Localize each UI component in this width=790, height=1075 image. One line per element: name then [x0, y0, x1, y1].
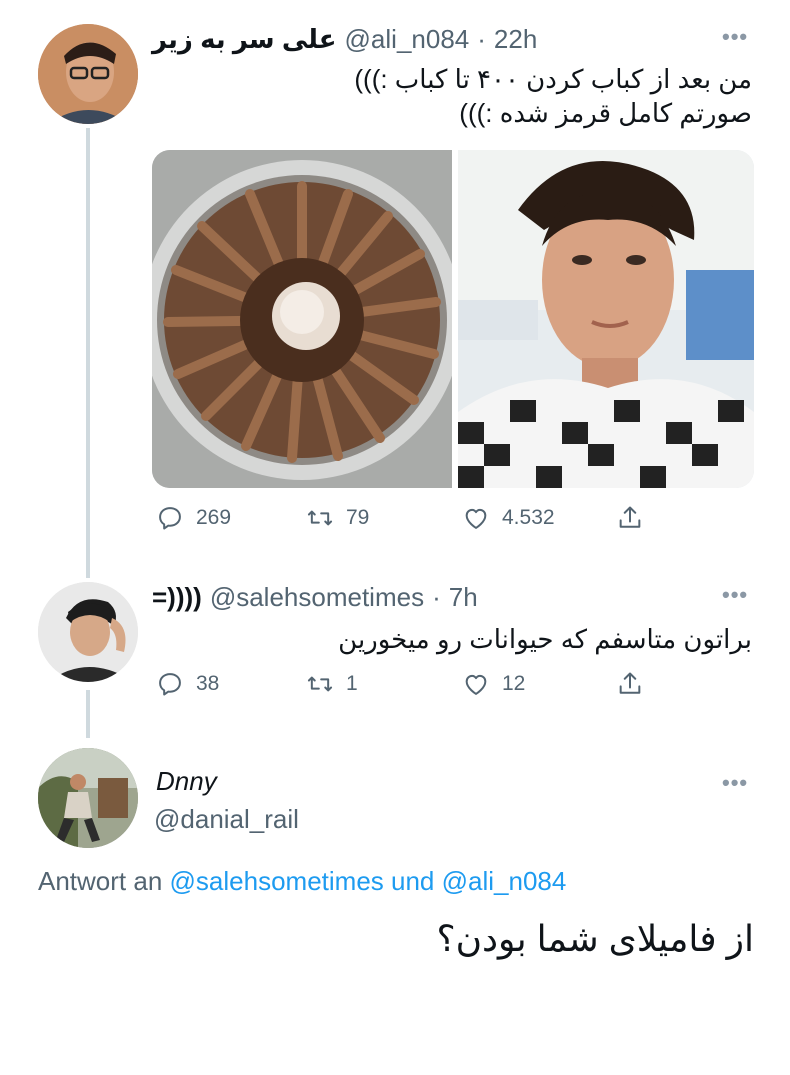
tweet-2-retweet-button[interactable]: 1 — [306, 670, 358, 698]
like-icon — [465, 508, 487, 529]
tweet-2-reply-count: 38 — [196, 672, 220, 695]
reply-icon — [159, 507, 181, 530]
tweet-1-reply-button[interactable]: 269 — [156, 504, 231, 532]
thread-line-1 — [86, 128, 90, 578]
share-icon — [619, 506, 641, 528]
avatar-danial[interactable] — [38, 748, 138, 848]
tweet-1-more-icon[interactable]: ••• — [722, 24, 748, 50]
tweet-2-display-name[interactable]: =)))) — [152, 582, 202, 613]
kebab-pot-image — [152, 150, 452, 488]
avatar-ali[interactable] — [38, 24, 138, 124]
focused-display-name[interactable]: Dnny — [156, 766, 217, 797]
tweet-1-image-kebab[interactable] — [152, 150, 452, 488]
focused-more-icon[interactable]: ••• — [722, 770, 748, 796]
avatar-danial-image — [38, 748, 138, 848]
tweet-1-handle[interactable]: @ali_n084 — [345, 24, 470, 55]
avatar-saleh[interactable] — [38, 582, 138, 682]
tweet-1-display-name[interactable]: علی سر به زیر — [152, 24, 337, 55]
reply-user-link-2[interactable]: @ali_n084 — [442, 866, 567, 896]
thread-line-2 — [86, 690, 90, 738]
tweet-1-share-button[interactable] — [616, 504, 644, 532]
tweet-2-more-icon[interactable]: ••• — [722, 582, 748, 608]
tweet-2-time[interactable]: 7h — [449, 582, 478, 613]
tweet-2-handle[interactable]: @salehsometimes — [210, 582, 424, 613]
tweet-2-reply-button[interactable]: 38 — [156, 670, 219, 698]
avatar-saleh-image — [38, 582, 138, 682]
like-icon — [465, 674, 487, 695]
reply-icon — [159, 673, 181, 696]
reply-prefix: Antwort an — [38, 866, 163, 896]
tweet-2-text-line-1: براتون متاسفم که حیوانات رو میخورین — [338, 624, 752, 654]
tweet-2-retweet-count: 1 — [346, 672, 358, 695]
tweet-2-share-button[interactable] — [616, 670, 644, 698]
tweet-1-reply-count: 269 — [196, 506, 232, 529]
tweet-1-text-line-1: من بعد از کباب کردن ۴۰۰ تا کباب :))) — [354, 64, 752, 94]
focused-handle[interactable]: @danial_rail — [154, 804, 299, 835]
retweet-icon — [307, 510, 333, 526]
reply-user-link-1[interactable]: @salehsometimes — [170, 866, 384, 896]
tweet-1-text-line-2: صورتم کامل قرمز شده :))) — [459, 98, 752, 128]
tweet-2-like-button[interactable]: 12 — [462, 670, 525, 698]
tweet-1-header: علی سر به زیر @ali_n084 · 22h — [152, 22, 712, 56]
tweet-2-header: =)))) @salehsometimes · 7h — [152, 580, 712, 614]
retweet-icon — [307, 676, 333, 692]
tweet-2-separator: · — [432, 581, 441, 612]
tweet-1-image-selfie[interactable] — [458, 150, 754, 488]
avatar-ali-image — [38, 24, 138, 124]
tweet-1-text: من بعد از کباب کردن ۴۰۰ تا کباب :))) صور… — [300, 62, 752, 130]
tweet-1-like-count: 4.532 — [502, 506, 555, 529]
tweet-1-like-button[interactable]: 4.532 — [462, 504, 555, 532]
replying-to-line: Antwort an @salehsometimes und @ali_n084 — [38, 866, 566, 897]
tweet-2-text: براتون متاسفم که حیوانات رو میخورین — [300, 622, 752, 656]
share-icon — [619, 672, 641, 694]
reply-and: und — [391, 866, 435, 896]
tweet-1-time[interactable]: 22h — [494, 24, 537, 55]
focused-tweet-text: از فامیلای شما بودن؟ — [436, 918, 754, 959]
tweet-1-separator: · — [477, 23, 486, 54]
tweet-1-retweet-count: 79 — [346, 506, 370, 529]
selfie-image — [458, 150, 754, 488]
tweet-2-like-count: 12 — [502, 672, 526, 695]
tweet-1-retweet-button[interactable]: 79 — [306, 504, 369, 532]
